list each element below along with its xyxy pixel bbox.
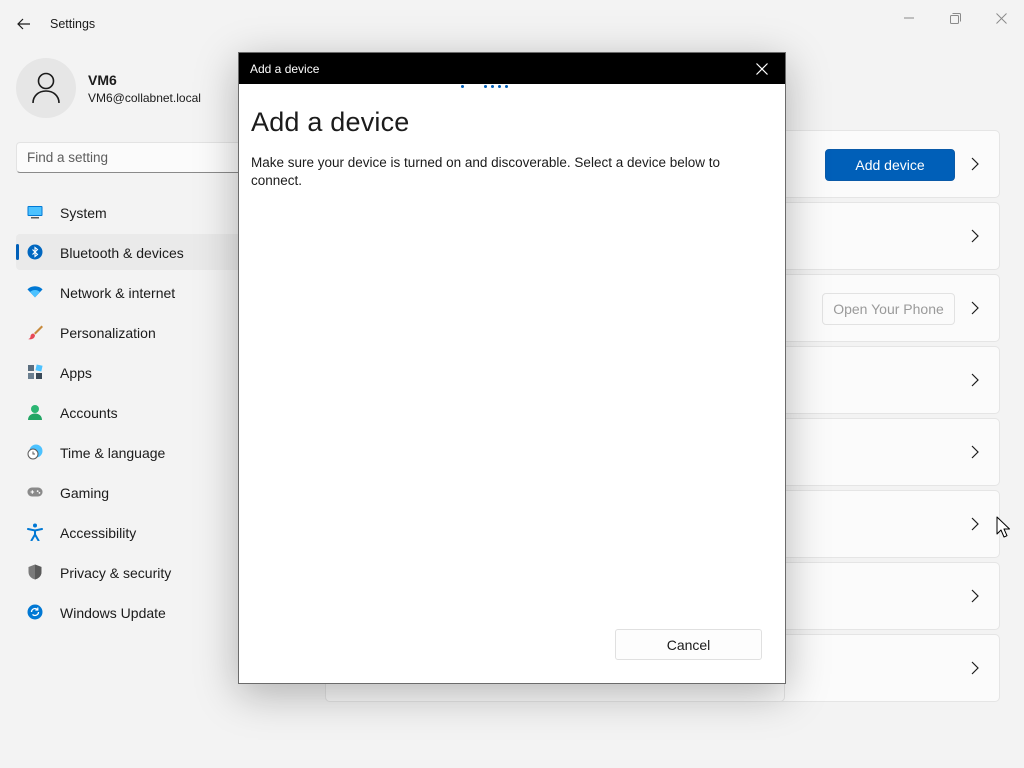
progress-dot (491, 85, 494, 88)
avatar[interactable] (16, 58, 76, 118)
dialog-window-title: Add a device (250, 62, 320, 76)
sidebar-item-label: Gaming (60, 485, 110, 501)
add-device-dialog: Add a device Add a device Make sure your… (238, 52, 786, 684)
sidebar-item-label: Bluetooth & devices (60, 245, 184, 261)
back-button[interactable] (10, 12, 38, 36)
cancel-button[interactable]: Cancel (615, 629, 762, 660)
gamepad-icon (27, 484, 43, 500)
chevron-right-icon (971, 157, 979, 171)
dialog-description: Make sure your device is turned on and d… (251, 155, 721, 188)
app-title: Settings (50, 17, 96, 31)
shield-icon (27, 564, 43, 580)
sidebar-item-label: Accessibility (60, 525, 137, 541)
title-bar: Settings (0, 0, 1024, 48)
wifi-icon (27, 284, 43, 300)
person-avatar-icon (32, 72, 60, 104)
brush-icon (27, 324, 43, 340)
progress-dots (239, 84, 785, 90)
dialog-close-button[interactable] (747, 57, 777, 81)
minimize-icon (904, 17, 914, 19)
maximize-icon (949, 12, 961, 24)
progress-dot (498, 85, 501, 88)
user-email: VM6@collabnet.local (88, 91, 201, 105)
chevron-right-icon (971, 373, 979, 387)
progress-dot (505, 85, 508, 88)
bluetooth-icon (27, 244, 43, 260)
mouse-cursor-icon (996, 516, 1010, 538)
chevron-right-icon (971, 301, 979, 315)
open-your-phone-button[interactable]: Open Your Phone (822, 293, 955, 325)
progress-dot (484, 85, 487, 88)
minimize-button[interactable] (886, 4, 932, 32)
dialog-title-bar: Add a device (239, 53, 785, 84)
sidebar-item-label: Apps (60, 365, 92, 381)
close-icon (995, 12, 1007, 24)
sidebar-item-label: Time & language (60, 445, 166, 461)
dialog-heading: Add a device (251, 107, 410, 137)
sidebar-item-label: Windows Update (60, 605, 166, 621)
search-box[interactable] (16, 142, 276, 173)
clock-globe-icon (27, 444, 43, 460)
chevron-right-icon (971, 517, 979, 531)
sidebar-item-label: Personalization (60, 325, 156, 341)
apps-icon (27, 364, 43, 380)
chevron-right-icon (971, 589, 979, 603)
close-icon (756, 63, 768, 75)
user-name: VM6 (88, 72, 117, 88)
chevron-right-icon (971, 445, 979, 459)
search-input[interactable] (17, 143, 275, 172)
sidebar-item-label: Accounts (60, 405, 118, 421)
chevron-right-icon (971, 229, 979, 243)
update-icon (27, 604, 43, 620)
progress-dot (461, 85, 464, 88)
chevron-right-icon (971, 661, 979, 675)
person-icon (27, 404, 43, 420)
accessibility-icon (27, 523, 43, 541)
sidebar-item-label: Network & internet (60, 285, 176, 301)
back-arrow-icon (17, 18, 30, 30)
maximize-button[interactable] (932, 4, 978, 32)
sidebar-item-label: System (60, 205, 107, 221)
add-device-button[interactable]: Add device (825, 149, 955, 181)
close-window-button[interactable] (978, 4, 1024, 32)
sidebar-item-label: Privacy & security (60, 565, 172, 581)
monitor-icon (27, 204, 43, 220)
